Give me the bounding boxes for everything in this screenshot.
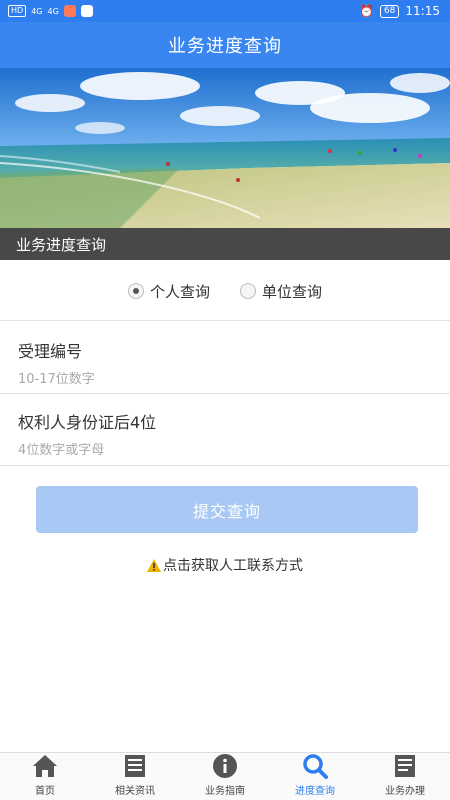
tab-guide[interactable]: 业务指南 — [180, 753, 270, 800]
info-icon — [212, 753, 238, 779]
submit-query-button[interactable]: 提交查询 — [36, 486, 418, 533]
tab-progress-query[interactable]: 进度查询 — [270, 753, 360, 800]
radio-unit-query[interactable]: 单位查询 — [240, 276, 322, 306]
field-label: 受理编号 — [18, 342, 83, 361]
tab-news[interactable]: 相关资讯 — [90, 753, 180, 800]
acceptance-number-field: 受理编号 — [0, 338, 450, 387]
banner-caption: 业务进度查询 — [0, 228, 450, 260]
radio-label: 个人查询 — [149, 282, 210, 301]
page-title: 业务进度查询 — [168, 36, 282, 57]
tab-label: 业务办理 — [385, 786, 425, 797]
divider — [0, 465, 450, 466]
alarm-icon: ⏰ — [359, 4, 374, 18]
field-label: 权利人身份证后4位 — [18, 413, 157, 432]
app-header: 业务进度查询 — [0, 22, 450, 68]
radio-button[interactable] — [240, 283, 256, 299]
divider — [0, 393, 450, 394]
radio-button-selected[interactable] — [127, 283, 144, 299]
id-last4-input[interactable] — [18, 443, 418, 458]
document-icon — [393, 753, 417, 779]
bottom-tab-bar: 首页 相关资讯 业务指南 进度查询 业务办理 — [0, 752, 450, 800]
divider — [0, 320, 450, 321]
warning-icon — [147, 559, 161, 572]
signal-icon: 4G — [47, 6, 59, 16]
app-notification-icon — [63, 5, 76, 17]
search-icon — [302, 753, 328, 779]
news-icon — [123, 753, 147, 779]
status-bar: HD 4G 4G ⏰ 68 11:15 — [0, 0, 450, 22]
tab-label: 业务指南 — [205, 786, 245, 797]
tab-label: 首页 — [35, 786, 55, 797]
home-icon — [32, 753, 58, 779]
clock: 11:15 — [405, 4, 440, 18]
id-last4-field: 权利人身份证后4位 — [0, 409, 450, 458]
tab-home[interactable]: 首页 — [0, 753, 90, 800]
query-type-selector: 个人查询 单位查询 — [0, 276, 450, 306]
radio-label: 单位查询 — [262, 282, 323, 301]
signal-icon: 4G — [31, 6, 43, 16]
tab-label: 相关资讯 — [115, 786, 155, 797]
radio-personal-query[interactable]: 个人查询 — [127, 276, 210, 306]
tab-label: 进度查询 — [295, 786, 335, 797]
tab-business-handling[interactable]: 业务办理 — [360, 753, 450, 800]
battery-icon: 68 — [379, 4, 400, 18]
app-notification-icon — [80, 5, 93, 17]
contact-link-label: 点击获取人工联系方式 — [163, 558, 303, 574]
banner-image: 业务进度查询 — [0, 68, 450, 260]
contact-support-link[interactable]: 点击获取人工联系方式 — [0, 555, 450, 575]
acceptance-number-input[interactable] — [18, 372, 418, 387]
hd-badge: HD — [8, 5, 27, 17]
